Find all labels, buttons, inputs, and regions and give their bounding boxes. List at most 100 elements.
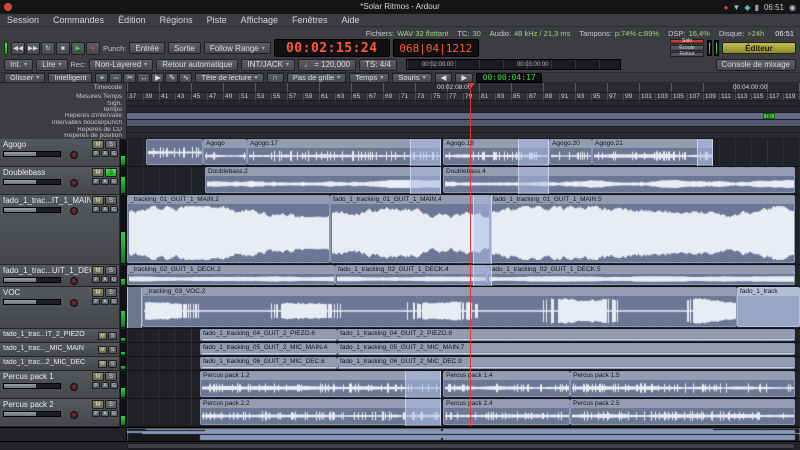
record-arm-button[interactable] [70, 411, 78, 419]
mute-button[interactable]: M [92, 168, 104, 177]
group-button[interactable]: G [110, 298, 118, 305]
audio-region[interactable]: Agogo [203, 139, 247, 165]
punch-out-button[interactable]: Sortie [168, 42, 201, 54]
track-header[interactable]: fado_1_trac...IT_1_MAINMSPAG [0, 195, 120, 265]
session-overview[interactable] [0, 427, 800, 441]
mute-button[interactable]: M [98, 360, 107, 368]
menu-édition[interactable]: Édition [111, 15, 153, 25]
gain-fader[interactable] [3, 207, 61, 213]
smart-mode-button[interactable]: Intelligent [48, 73, 92, 83]
audio-region[interactable]: fado_1_track [737, 287, 800, 327]
playlist-button[interactable]: P [92, 150, 100, 157]
secondary-clock[interactable]: 068|04|1212 [393, 39, 479, 57]
track-lane[interactable]: Percus pack 1.2Percus pack 1.4Percus pac… [127, 371, 800, 399]
record-arm-button[interactable] [70, 207, 78, 215]
menu-aide[interactable]: Aide [335, 15, 367, 25]
audio-region[interactable]: Agogo.21 [592, 139, 713, 165]
solo-button[interactable]: S [105, 168, 117, 177]
grid-mode-button[interactable]: Pas de grille [287, 73, 346, 83]
audio-region[interactable]: _tracking_03_VOC.2 [142, 287, 737, 327]
track-lane[interactable]: fado_1_tracking_04_GUIT_2_PIEZO.6fado_1_… [127, 329, 800, 343]
play-button[interactable]: ▶ [71, 42, 85, 55]
solo-indicator[interactable]: Solo [670, 39, 704, 45]
audition-indicator[interactable]: Écoute [670, 45, 704, 51]
ruler-label[interactable]: Timecode [0, 83, 126, 93]
track-lane[interactable]: fado_1_tracking_06_GUIT_2_MIC_DEC.6fado_… [127, 357, 800, 371]
horizontal-scrollbar[interactable] [0, 441, 800, 450]
solo-button[interactable]: S [105, 400, 117, 409]
group-button[interactable]: G [110, 382, 118, 389]
main-clock[interactable]: 00:02:15:24 [274, 39, 390, 57]
punch-in-button[interactable]: Entrée [129, 42, 165, 54]
ruler-label[interactable]: Intervalles boucle/punch [0, 120, 126, 127]
mini-timeline[interactable]: 00:02:00:0000:03:00:00 [406, 59, 621, 70]
automation-button[interactable]: A [101, 298, 109, 305]
audio-region[interactable]: Doublebass.4 [443, 167, 795, 193]
record-mode-button[interactable]: Non-Layered [89, 59, 153, 71]
tray-battery-icon[interactable]: ▮ [755, 3, 759, 12]
automation-button[interactable]: A [101, 178, 109, 185]
audio-region[interactable]: _tracking_01_GUIT_1_MAIN.2 [127, 195, 330, 263]
mute-button[interactable]: M [92, 140, 104, 149]
edit-point-button[interactable]: Souris [392, 73, 431, 83]
mute-button[interactable]: M [92, 372, 104, 381]
tray-network-icon[interactable]: ▼ [733, 3, 741, 12]
nudge-back-button[interactable]: ◀ [435, 73, 453, 83]
playlist-button[interactable]: P [92, 178, 100, 185]
mixer-window-button[interactable]: Console de mixage [716, 59, 796, 71]
go-start-button[interactable]: ◀◀ [11, 42, 25, 55]
ruler-label[interactable]: Repères d'intervalle [0, 113, 126, 120]
automation-button[interactable]: A [101, 382, 109, 389]
audio-region[interactable]: Percus pack 2.4 [443, 399, 570, 425]
mute-button[interactable]: M [92, 196, 104, 205]
playhead[interactable] [470, 83, 471, 427]
menu-piste[interactable]: Piste [200, 15, 234, 25]
tray-recorder-icon[interactable]: ● [724, 3, 729, 12]
audio-region[interactable]: Percus pack 2.5 [570, 399, 795, 425]
audio-region[interactable]: fado_1_tracking_06_GUIT_2_MIC_DEC.6 [200, 357, 337, 369]
playlist-button[interactable]: P [92, 276, 100, 283]
mute-button[interactable]: M [92, 288, 104, 297]
playlist-button[interactable]: P [92, 410, 100, 417]
ruler-loop-punch[interactable] [127, 120, 800, 127]
gain-fader[interactable] [3, 179, 61, 185]
tray-volume-icon[interactable]: ◆ [744, 3, 750, 12]
menu-régions[interactable]: Régions [153, 15, 200, 25]
tool-cut-button[interactable]: ✂ [123, 73, 136, 83]
power-icon[interactable]: ◉ [789, 3, 796, 12]
solo-button[interactable]: S [105, 196, 117, 205]
group-button[interactable]: G [110, 276, 118, 283]
group-button[interactable]: G [110, 150, 118, 157]
solo-button[interactable]: S [108, 332, 117, 340]
gain-fader[interactable] [3, 299, 61, 305]
snap-magnet-icon[interactable]: ∩ [267, 73, 284, 83]
mute-button[interactable]: M [92, 400, 104, 409]
track-header[interactable]: Percus pack 1MSPAG [0, 371, 120, 399]
record-button[interactable]: ● [86, 42, 100, 55]
tempo-button[interactable]: ♩ = 120,000 [298, 59, 356, 71]
tool-draw-button[interactable]: ✎ [165, 73, 178, 83]
menu-affichage[interactable]: Affichage [234, 15, 285, 25]
sync-source-button[interactable]: INT/JACK [241, 59, 295, 71]
solo-button[interactable]: S [105, 288, 117, 297]
audio-region[interactable]: fado_1_tracking_05_GUIT_2_MIC_MAIN.7 [337, 343, 795, 355]
nudge-clock[interactable]: 00:00:04:17 [476, 73, 542, 83]
record-arm-button[interactable] [70, 179, 78, 187]
record-arm-button[interactable] [70, 383, 78, 391]
playlist-button[interactable]: P [92, 206, 100, 213]
track-header[interactable]: fado_1_trac...2_MIC_DECMS [0, 357, 120, 371]
track-header[interactable]: AgogoMSPAG [0, 139, 120, 167]
audio-region[interactable]: Percus pack 1.4 [443, 371, 570, 397]
automation-button[interactable]: A [101, 150, 109, 157]
editor-window-button[interactable]: Éditeur [722, 42, 796, 54]
group-button[interactable]: G [110, 206, 118, 213]
scrollbar-handle[interactable] [127, 443, 795, 449]
ruler-bars[interactable]: 3739414345474951535557596163656769717375… [127, 93, 800, 101]
audio-region[interactable]: fado_1_tracking_04_GUIT_2_PIEZO.8 [337, 329, 795, 341]
solo-button[interactable]: S [108, 360, 117, 368]
nudge-forward-button[interactable]: ▶ [455, 73, 473, 83]
gain-fader[interactable] [3, 151, 61, 157]
track-header[interactable]: VOCMSPAG [0, 287, 120, 329]
tool-audition-button[interactable]: ▶ [151, 73, 164, 83]
solo-button[interactable]: S [105, 372, 117, 381]
